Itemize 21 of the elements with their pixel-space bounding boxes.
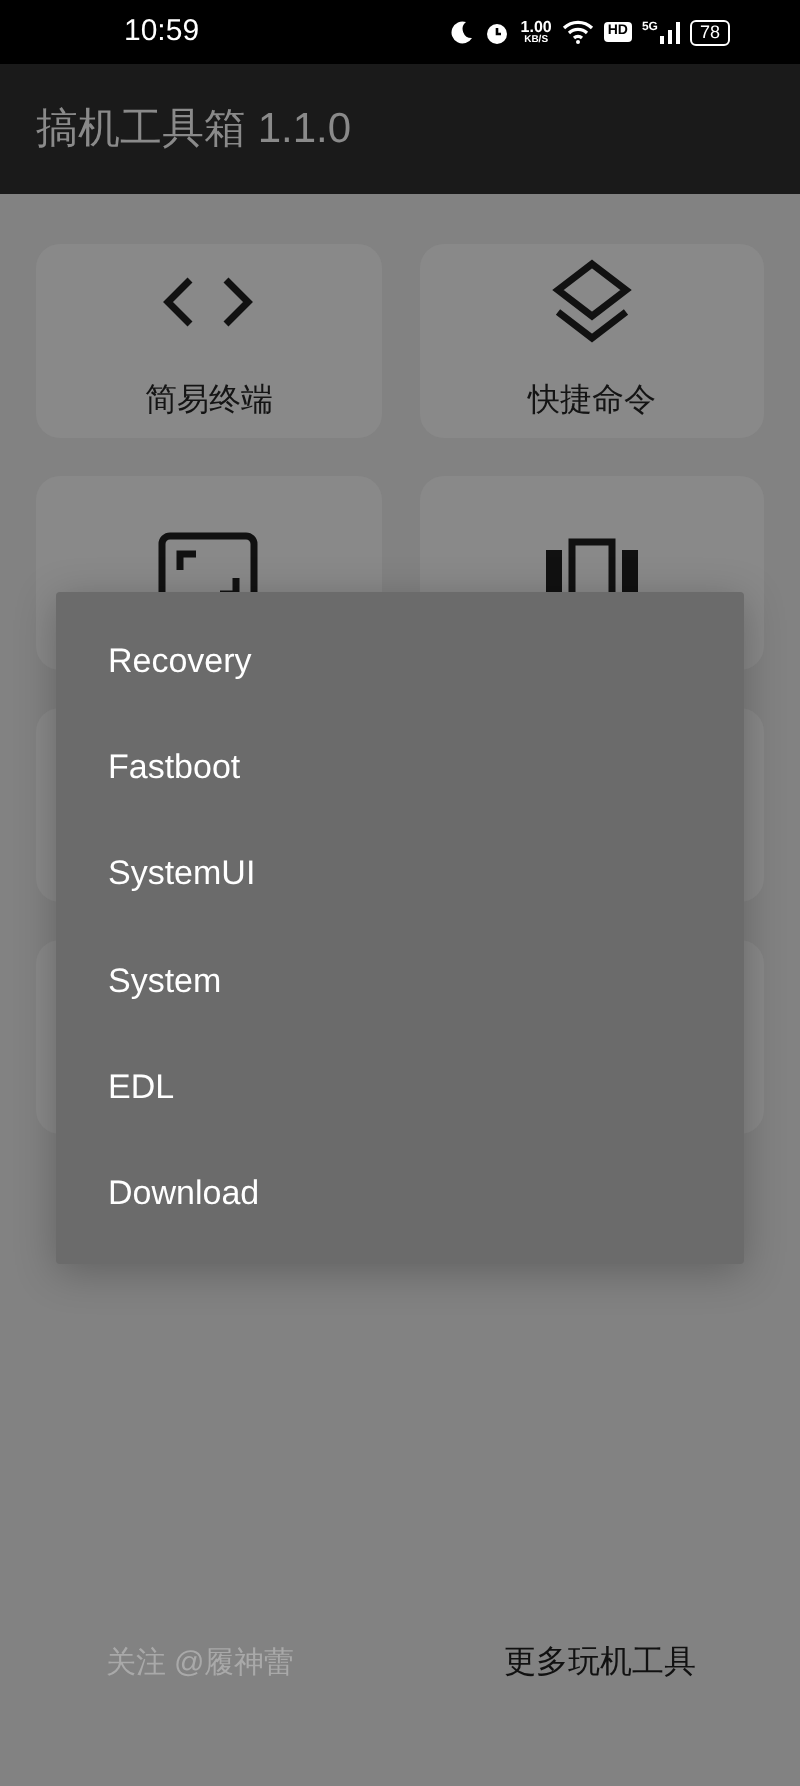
signal-icon — [659, 21, 680, 43]
menu-item[interactable]: Fastboot — [56, 714, 744, 822]
menu-item[interactable]: SystemUI — [56, 821, 744, 928]
menu-item[interactable]: Recovery — [56, 608, 744, 715]
moon-icon — [450, 20, 475, 44]
speed-value: 1.00 — [520, 19, 552, 35]
tile-label: 快捷命令 — [527, 381, 656, 421]
status-time: 10:59 — [124, 11, 200, 52]
app-title: 搞机工具箱 1.1.0 — [36, 103, 352, 156]
menu-item[interactable]: System — [56, 927, 744, 1035]
menu-item[interactable]: Download — [56, 1140, 744, 1248]
more-tools-link[interactable]: 更多玩机工具 — [400, 1640, 800, 1688]
tile-label: 简易终端 — [144, 381, 273, 421]
tool-tile[interactable]: 简易终端 — [36, 244, 381, 438]
battery-indicator: 78 — [689, 19, 730, 45]
wifi-icon — [561, 20, 594, 44]
alarm-icon — [484, 19, 511, 45]
layers-icon — [549, 257, 634, 345]
menu-item[interactable]: EDL — [56, 1034, 744, 1141]
tool-tile[interactable]: 快捷命令 — [419, 244, 764, 438]
code-icon — [162, 273, 255, 329]
